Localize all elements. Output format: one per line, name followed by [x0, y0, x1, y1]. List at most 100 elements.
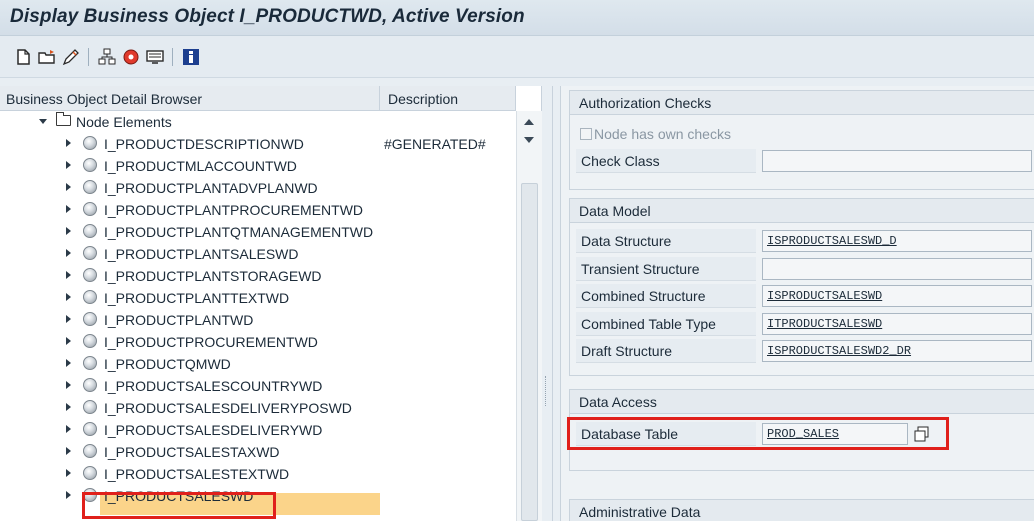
window-title: Display Business Object I_PRODUCTWD, Act…: [10, 6, 525, 27]
node-status-icon: [83, 290, 97, 304]
checkbox-box[interactable]: [580, 128, 592, 140]
expand-arrow-icon[interactable]: [66, 491, 71, 499]
toolbar-separator: [88, 48, 89, 66]
node-status-icon: [83, 246, 97, 260]
tree-node[interactable]: I_PRODUCTSALESDELIVERYWD: [0, 419, 516, 441]
node-status-icon: [83, 378, 97, 392]
tree-node[interactable]: I_PRODUCTSALESTAXWD: [0, 441, 516, 463]
tree-node[interactable]: I_PRODUCTPLANTTEXTWD: [0, 287, 516, 309]
tree-node-label: I_PRODUCTSALESDELIVERYWD: [104, 422, 323, 438]
expand-arrow-icon[interactable]: [66, 337, 71, 345]
tree-node[interactable]: I_PRODUCTPLANTSTORAGEWD: [0, 265, 516, 287]
expand-arrow-icon[interactable]: [66, 403, 71, 411]
field-label: Transient Structure: [576, 256, 756, 281]
tree-node-label: I_PRODUCTQMWD: [104, 356, 231, 372]
scroll-up-icon[interactable]: [524, 119, 534, 125]
expand-arrow-icon[interactable]: [66, 205, 71, 213]
open-folder-icon[interactable]: [38, 48, 56, 66]
collapse-arrow-icon[interactable]: [39, 119, 47, 124]
pane-splitter[interactable]: [542, 86, 552, 521]
tree-node-label: I_PRODUCTSALESDELIVERYPOSWD: [104, 400, 352, 416]
node-status-icon: [83, 356, 97, 370]
tree-node-label: I_PRODUCTPLANTADVPLANWD: [104, 180, 318, 196]
tree-node[interactable]: I_PRODUCTSALESDELIVERYPOSWD: [0, 397, 516, 419]
detail-pane-border: [553, 86, 561, 521]
splitter-grip[interactable]: [545, 376, 547, 406]
node-status-icon: [83, 312, 97, 326]
field-input[interactable]: ISPRODUCTSALESWD: [762, 285, 1032, 307]
field-input[interactable]: ISPRODUCTSALESWD_D: [762, 230, 1032, 252]
field-label: Data Structure: [576, 229, 756, 253]
expand-arrow-icon[interactable]: [66, 271, 71, 279]
detail-pane: Authorization Checks Node has own checks…: [552, 86, 1034, 521]
tree-node-label: I_PRODUCTPLANTSALESWD: [104, 246, 299, 262]
tree-node[interactable]: I_PRODUCTSALESTEXTWD: [0, 463, 516, 485]
administrative-data-group: Administrative Data: [569, 499, 1034, 521]
group-title: Data Model: [570, 199, 1034, 223]
info-icon[interactable]: [182, 48, 200, 66]
tree-node[interactable]: I_PRODUCTMLACCOUNTWD: [0, 155, 516, 177]
tree-node[interactable]: I_PRODUCTPLANTQTMANAGEMENTWD: [0, 221, 516, 243]
node-status-icon: [83, 180, 97, 194]
checkbox-label: Node has own checks: [594, 126, 731, 142]
node-status-icon: [83, 400, 97, 414]
scrollbar-thumb[interactable]: [521, 183, 538, 521]
field-label: Combined Structure: [576, 284, 756, 308]
expand-arrow-icon[interactable]: [66, 315, 71, 323]
tree-node[interactable]: I_PRODUCTPLANTPROCUREMENTWD: [0, 199, 516, 221]
node-status-icon: [83, 158, 97, 172]
group-title: Authorization Checks: [570, 91, 1034, 115]
tree-node-label: I_PRODUCTSALESCOUNTRYWD: [104, 378, 323, 394]
tree-vertical-scrollbar[interactable]: [516, 111, 542, 521]
node-status-icon: [83, 224, 97, 238]
tree-node-label: Node Elements: [76, 114, 172, 130]
authorization-checks-group: Authorization Checks Node has own checks…: [569, 90, 1034, 190]
tree-node-label: I_PRODUCTPLANTPROCUREMENTWD: [104, 202, 364, 218]
node-status-icon: [83, 466, 97, 480]
hierarchy-icon[interactable]: [98, 48, 116, 66]
expand-arrow-icon[interactable]: [66, 227, 71, 235]
field-input[interactable]: ISPRODUCTSALESWD2_DR: [762, 340, 1032, 362]
expand-arrow-icon[interactable]: [66, 447, 71, 455]
edit-pencil-icon[interactable]: [62, 48, 80, 66]
tree-node[interactable]: I_PRODUCTQMWD: [0, 353, 516, 375]
column-header-name[interactable]: Business Object Detail Browser: [0, 86, 380, 111]
display-screen-icon[interactable]: [146, 48, 164, 66]
tree-node[interactable]: I_PRODUCTSALESCOUNTRYWD: [0, 375, 516, 397]
expand-arrow-icon[interactable]: [66, 293, 71, 301]
group-title: Administrative Data: [570, 500, 1034, 521]
expand-arrow-icon[interactable]: [66, 359, 71, 367]
tree-node[interactable]: I_PRODUCTPLANTSALESWD: [0, 243, 516, 265]
annotation-box-selected-node: [82, 492, 276, 519]
tree-node-label: I_PRODUCTPLANTQTMANAGEMENTWD: [104, 224, 374, 240]
tree-node-root[interactable]: Node Elements: [0, 111, 516, 133]
object-ball-icon[interactable]: [122, 48, 140, 66]
scroll-down-icon[interactable]: [524, 137, 534, 143]
tree-node-label: I_PRODUCTPLANTWD: [104, 312, 254, 328]
data-model-group: Data Model Data Structure ISPRODUCTSALESW…: [569, 198, 1034, 376]
tree-node[interactable]: I_PRODUCTDESCRIPTIONWD #GENERATED#: [0, 133, 516, 155]
own-checks-checkbox[interactable]: Node has own checks: [580, 126, 731, 142]
tree-node-label: I_PRODUCTSALESTAXWD: [104, 444, 280, 460]
node-status-icon: [83, 202, 97, 216]
expand-arrow-icon[interactable]: [66, 161, 71, 169]
tree-node[interactable]: I_PRODUCTPLANTWD: [0, 309, 516, 331]
field-input[interactable]: [762, 257, 1032, 280]
toolbar-separator: [172, 48, 173, 66]
column-header-description[interactable]: Description: [380, 86, 516, 111]
expand-arrow-icon[interactable]: [66, 469, 71, 477]
tree-node-label: I_PRODUCTPLANTSTORAGEWD: [104, 268, 322, 284]
expand-arrow-icon[interactable]: [66, 425, 71, 433]
expand-arrow-icon[interactable]: [66, 249, 71, 257]
tree-node[interactable]: I_PRODUCTPLANTADVPLANWD: [0, 177, 516, 199]
field-input[interactable]: ITPRODUCTSALESWD: [762, 312, 1032, 335]
annotation-box-database-table: [567, 417, 949, 450]
expand-arrow-icon[interactable]: [66, 183, 71, 191]
new-document-icon[interactable]: [14, 48, 32, 66]
tree-node[interactable]: I_PRODUCTPROCUREMENTWD: [0, 331, 516, 353]
expand-arrow-icon[interactable]: [66, 381, 71, 389]
check-class-input[interactable]: [762, 150, 1032, 172]
expand-arrow-icon[interactable]: [66, 139, 71, 147]
node-status-icon: [83, 334, 97, 348]
tree-node-label: I_PRODUCTPROCUREMENTWD: [104, 334, 318, 350]
